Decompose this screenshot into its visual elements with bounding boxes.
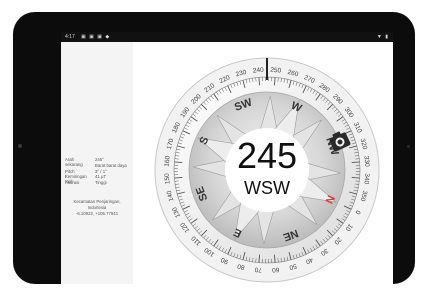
status-time: 4:17	[65, 34, 75, 40]
screen: 4:17 ▣ ▣ ▣ ◆ ▼ ▮ Arah sekarang 245° Bara…	[61, 32, 393, 284]
degree-label: 250	[270, 67, 282, 75]
info-label: Arah sekarang	[65, 157, 83, 167]
front-sensor	[407, 145, 410, 148]
location-address: Kecamatan Penjaringan, Indonesia -6.1092…	[71, 199, 123, 217]
status-bar: 4:17 ▣ ▣ ▣ ◆ ▼ ▮	[61, 32, 393, 42]
info-label: Akurasi	[65, 180, 80, 186]
signal-battery-icons: ▼ ▮	[376, 34, 389, 40]
heading-degrees: 245	[236, 135, 298, 176]
notification-icons: ▣ ▣ ▣ ◆	[81, 34, 111, 40]
info-panel: Arah sekarang 245° Barat barat daya Pitc…	[61, 42, 133, 284]
location-coords: -6.10922, +106.77941	[75, 211, 119, 216]
degree-label: 160	[164, 155, 172, 167]
tablet-frame: 4:17 ▣ ▣ ▣ ◆ ▼ ▮ Arah sekarang 245° Bara…	[13, 12, 415, 284]
heading-direction: WSW	[244, 178, 290, 198]
info-value: Barat barat daya	[95, 162, 127, 168]
degree-label: 60	[271, 266, 279, 274]
info-label: Kemiringan	[65, 174, 87, 180]
degree-label: 150	[164, 173, 172, 185]
info-value: Tinggi	[95, 180, 107, 186]
degree-label: 340	[362, 173, 370, 185]
heading-readout: 245 WSW	[213, 130, 321, 218]
degree-label: 70	[254, 266, 262, 274]
info-value: 245°	[95, 157, 104, 162]
degree-label: 240	[253, 67, 265, 75]
degree-label: 330	[362, 156, 370, 168]
info-value: 41 µT	[95, 174, 107, 180]
info-value: 3° / 1°	[95, 168, 107, 174]
front-camera	[18, 144, 22, 148]
